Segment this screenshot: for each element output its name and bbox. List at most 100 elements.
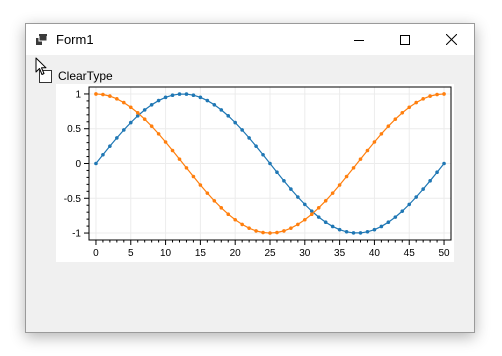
series-1-point — [212, 103, 217, 107]
series-2-point — [414, 100, 418, 105]
series-1-point — [184, 92, 189, 96]
series-1-point — [365, 229, 370, 234]
y-tick-label: 1 — [75, 89, 81, 100]
x-tick-label: 50 — [438, 248, 450, 259]
series-1-point — [115, 136, 119, 140]
series-2-point — [379, 132, 384, 136]
series-1-point — [323, 220, 328, 224]
series-2-point — [282, 229, 286, 233]
series-1-point — [428, 179, 432, 183]
maximize-icon — [400, 34, 410, 45]
series-1-point — [94, 161, 98, 166]
series-2-point — [177, 157, 182, 161]
series-2-point — [184, 166, 189, 170]
series-1-point — [400, 209, 405, 213]
y-tick-label: -1 — [72, 229, 81, 240]
series-2-point — [156, 132, 161, 136]
x-tick-label: 40 — [369, 248, 381, 259]
series-1-point — [254, 144, 258, 148]
maximize-button[interactable] — [382, 24, 428, 55]
series-2-point — [191, 174, 196, 179]
series-2-point — [170, 148, 175, 153]
series-1-point — [407, 202, 412, 207]
series-2-point — [128, 105, 133, 110]
series-2-point — [101, 92, 105, 97]
checkbox-label[interactable]: ClearType — [58, 69, 113, 83]
series-2-point — [428, 94, 432, 98]
series-1-point — [358, 231, 363, 235]
series-2-point — [435, 92, 439, 97]
series-2-point — [240, 222, 244, 227]
window-title: Form1 — [56, 32, 94, 47]
series-1-point — [372, 227, 377, 232]
series-1-point — [379, 224, 384, 229]
series-2-point — [330, 191, 335, 195]
app-icon — [36, 33, 48, 45]
chart-area[interactable]: 0 5 10 15 20 25 30 35 40 45 50 1 0.5 0 -0.5 -1 — [56, 84, 454, 262]
close-icon — [445, 34, 457, 45]
series-1-point — [442, 161, 446, 166]
series-2-point — [233, 217, 237, 222]
series-2-point — [261, 230, 265, 235]
cleartype-checkbox[interactable]: ClearType — [39, 68, 113, 84]
series-1-point — [198, 95, 203, 100]
series-2-point — [247, 226, 251, 230]
series-1-point — [149, 103, 154, 107]
series-2-point — [421, 97, 425, 101]
y-tick-label: -0.5 — [64, 194, 82, 205]
series-1-point — [142, 108, 147, 112]
series-2-point — [337, 183, 342, 187]
series-1-point — [344, 229, 349, 234]
series-1-point — [128, 120, 133, 125]
mouse-cursor-icon — [35, 57, 47, 75]
series-1-point — [240, 128, 244, 132]
close-button[interactable] — [428, 24, 474, 55]
series-2-point — [226, 212, 231, 216]
series-1-point — [282, 179, 286, 183]
minimize-icon — [354, 39, 364, 41]
x-tick-label: 5 — [128, 248, 134, 259]
x-tick-label: 20 — [230, 248, 242, 259]
series-2-point — [323, 198, 328, 203]
x-tick-label: 10 — [160, 248, 172, 259]
series-2-point — [275, 230, 279, 235]
series-2-point — [163, 140, 168, 144]
series-1-point — [337, 227, 342, 232]
series-1-point — [435, 170, 439, 174]
series-2-point — [212, 198, 217, 203]
series-1-point — [170, 93, 175, 98]
series-1-point — [163, 95, 168, 100]
x-tick-label: 45 — [404, 248, 416, 259]
series-2-point — [386, 124, 391, 129]
series-1-point — [226, 114, 231, 118]
y-tick-label: 0.5 — [67, 124, 81, 135]
series-2-point — [393, 117, 398, 121]
series-1-point — [421, 187, 425, 191]
series-2-point — [289, 226, 293, 230]
x-tick-label: 35 — [334, 248, 346, 259]
series-2-point — [94, 92, 98, 96]
series-2-point — [309, 212, 314, 216]
series-2-point — [407, 105, 412, 110]
series-2-point — [344, 174, 349, 179]
minimize-button[interactable] — [336, 24, 382, 55]
line-chart: 0 5 10 15 20 25 30 35 40 45 50 1 0.5 0 -0.5 -1 — [64, 86, 452, 259]
series-2-point — [316, 206, 321, 210]
series-2-point — [135, 111, 140, 115]
title-bar[interactable]: Form1 — [26, 24, 474, 55]
series-2-point — [122, 100, 126, 105]
series-2-point — [115, 97, 119, 101]
series-2-point — [219, 206, 224, 210]
series-2-point — [372, 140, 377, 144]
x-tick-label: 0 — [93, 248, 99, 259]
series-2-point — [351, 166, 356, 170]
series-1-point — [177, 92, 182, 96]
series-2-point — [268, 231, 272, 235]
series-1-point — [296, 195, 300, 199]
series-1-point — [191, 93, 196, 98]
x-tick-label: 25 — [264, 248, 276, 259]
series-2-point — [400, 111, 405, 115]
series-1-point — [316, 215, 321, 219]
series-1-point — [122, 128, 126, 132]
series-2-point — [296, 222, 300, 227]
